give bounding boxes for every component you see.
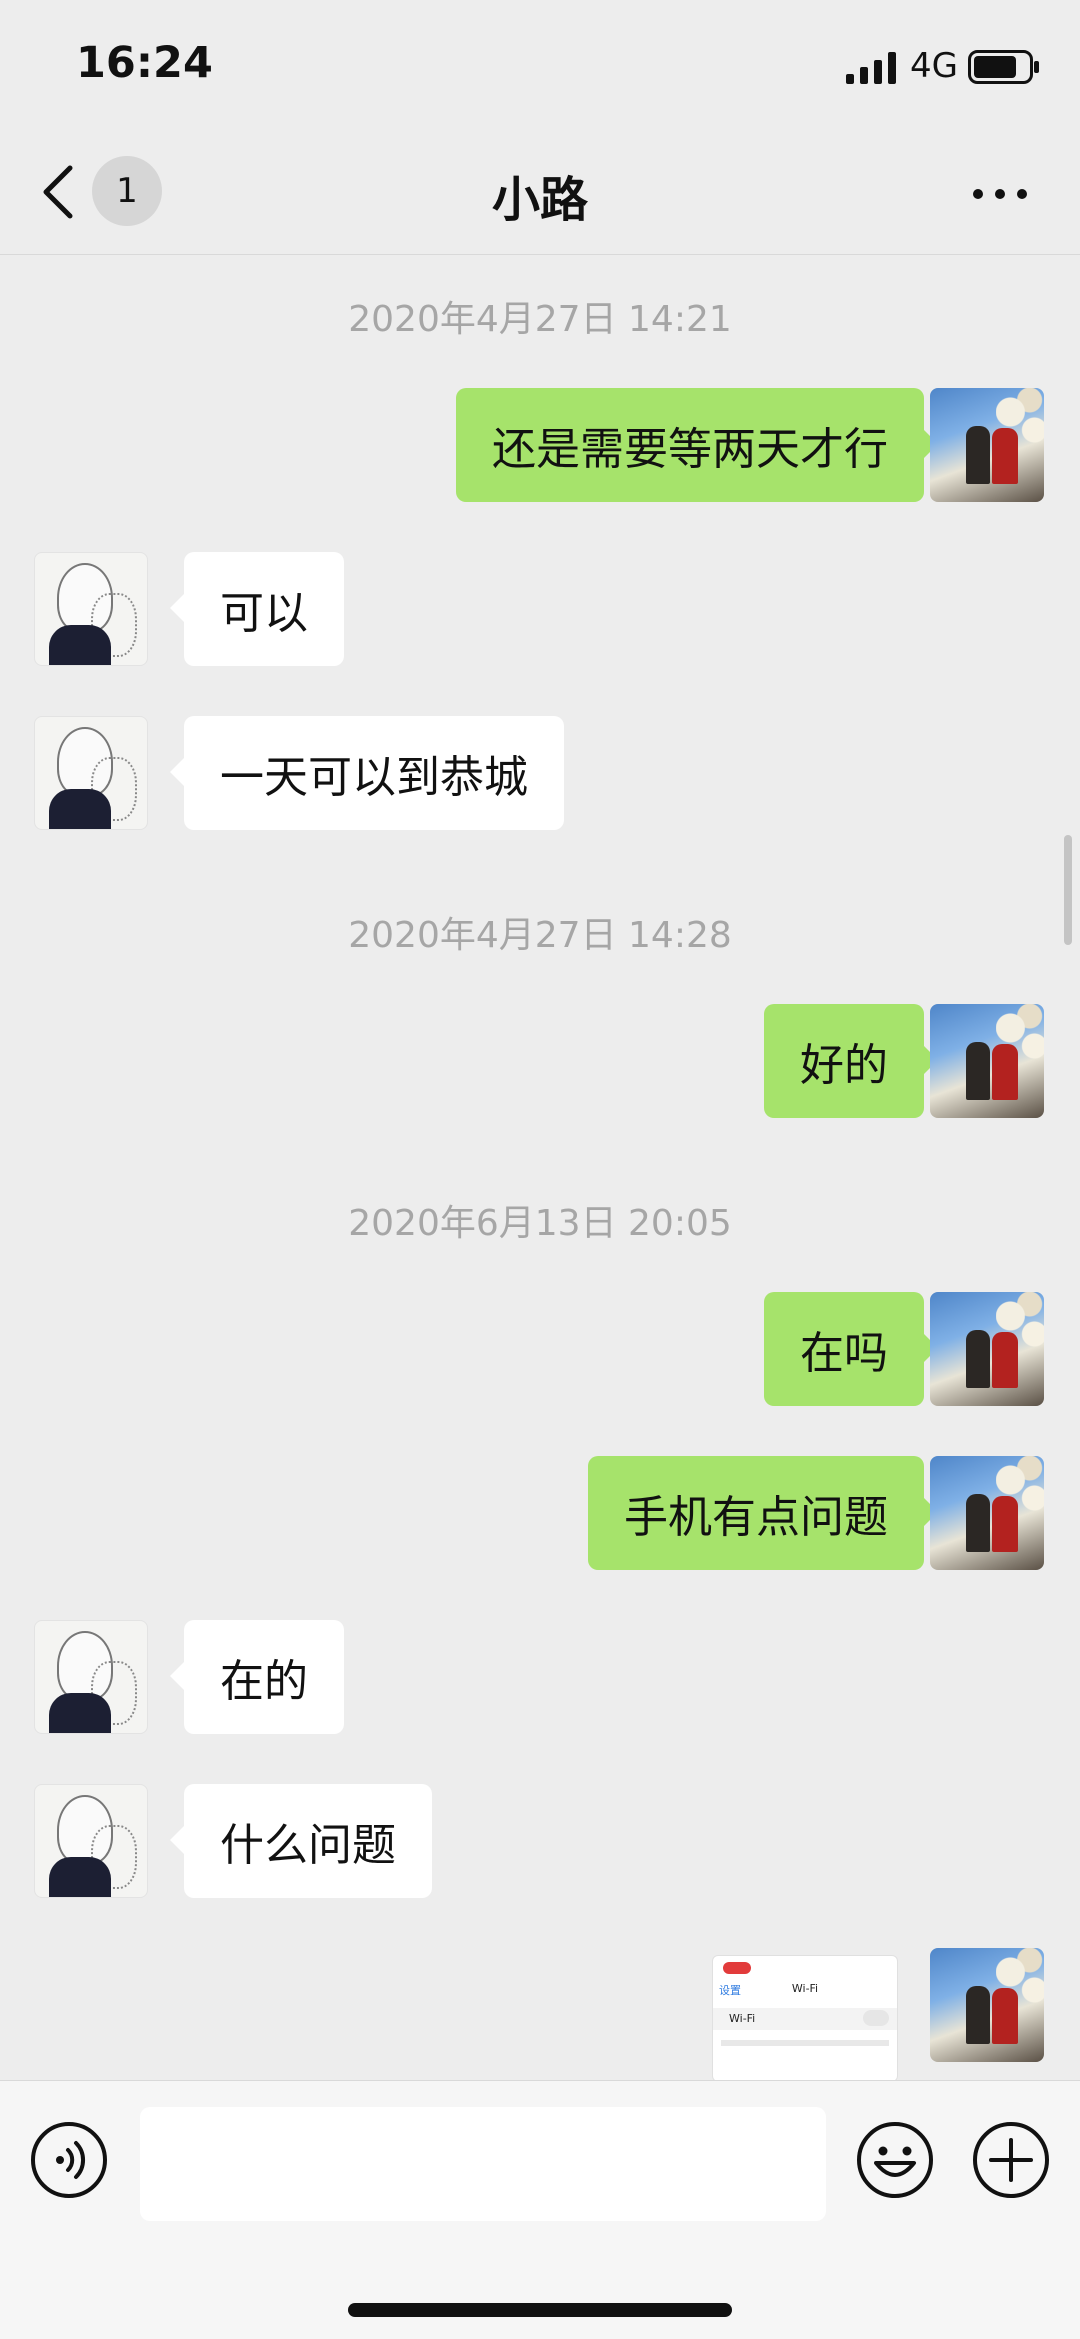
received-message-bubble[interactable]: 什么问题	[170, 1784, 432, 1898]
thumbnail-row-label: Wi-Fi	[729, 2012, 756, 2025]
contact-avatar[interactable]	[34, 552, 148, 666]
message-list[interactable]: 2020年4月27日 14:21 还是需要等两天才行 可以 一天可以到恭城 20…	[0, 255, 1080, 2080]
network-type: 4G	[910, 46, 958, 86]
sent-image-thumbnail[interactable]: 设置 Wi-Fi Wi-Fi	[712, 1955, 898, 2080]
message-timestamp: 2020年4月27日 14:28	[348, 915, 732, 956]
voice-input-icon[interactable]	[30, 2121, 108, 2199]
thumbnail-note	[721, 2040, 889, 2046]
my-avatar[interactable]	[930, 1456, 1044, 1570]
recording-indicator	[723, 1962, 751, 1974]
sent-message-bubble[interactable]: 还是需要等两天才行	[456, 388, 938, 502]
status-time: 16:24	[76, 38, 213, 88]
thumbnail-title: Wi-Fi	[791, 1982, 819, 1995]
my-avatar[interactable]	[930, 1292, 1044, 1406]
sent-message-bubble[interactable]: 好的	[764, 1004, 938, 1118]
my-avatar[interactable]	[930, 1948, 1044, 2062]
my-avatar[interactable]	[930, 388, 1044, 502]
wechat-chat-screen: 16:24 4G 1 小路 2020年4月27日 14:21 还是需要等两天才行	[0, 0, 1080, 2339]
message-input-bar	[0, 2080, 1080, 2339]
received-message-bubble[interactable]: 在的	[170, 1620, 344, 1734]
more-options-icon[interactable]	[972, 188, 1028, 200]
contact-avatar[interactable]	[34, 1784, 148, 1898]
thumbnail-toggle	[863, 2010, 889, 2026]
add-more-icon[interactable]	[972, 2121, 1050, 2199]
chat-title: 小路	[491, 172, 588, 228]
message-text-input[interactable]	[140, 2107, 826, 2221]
cellular-signal-icon	[846, 52, 896, 84]
chat-nav-bar: 1 小路	[0, 130, 1080, 255]
contact-avatar[interactable]	[34, 1620, 148, 1734]
battery-icon	[968, 50, 1039, 84]
received-message-bubble[interactable]: 一天可以到恭城	[170, 716, 564, 830]
sent-message-bubble[interactable]: 手机有点问题	[588, 1456, 938, 1570]
sent-message-bubble[interactable]: 在吗	[764, 1292, 938, 1406]
message-timestamp: 2020年6月13日 20:05	[348, 1203, 732, 1244]
received-message-bubble[interactable]: 可以	[170, 552, 344, 666]
scrollbar[interactable]	[1064, 835, 1072, 945]
status-bar: 16:24 4G	[0, 0, 1080, 130]
home-indicator[interactable]	[348, 2303, 732, 2317]
message-timestamp: 2020年4月27日 14:21	[348, 299, 732, 340]
my-avatar[interactable]	[930, 1004, 1044, 1118]
emoji-icon[interactable]	[856, 2121, 934, 2199]
contact-avatar[interactable]	[34, 716, 148, 830]
